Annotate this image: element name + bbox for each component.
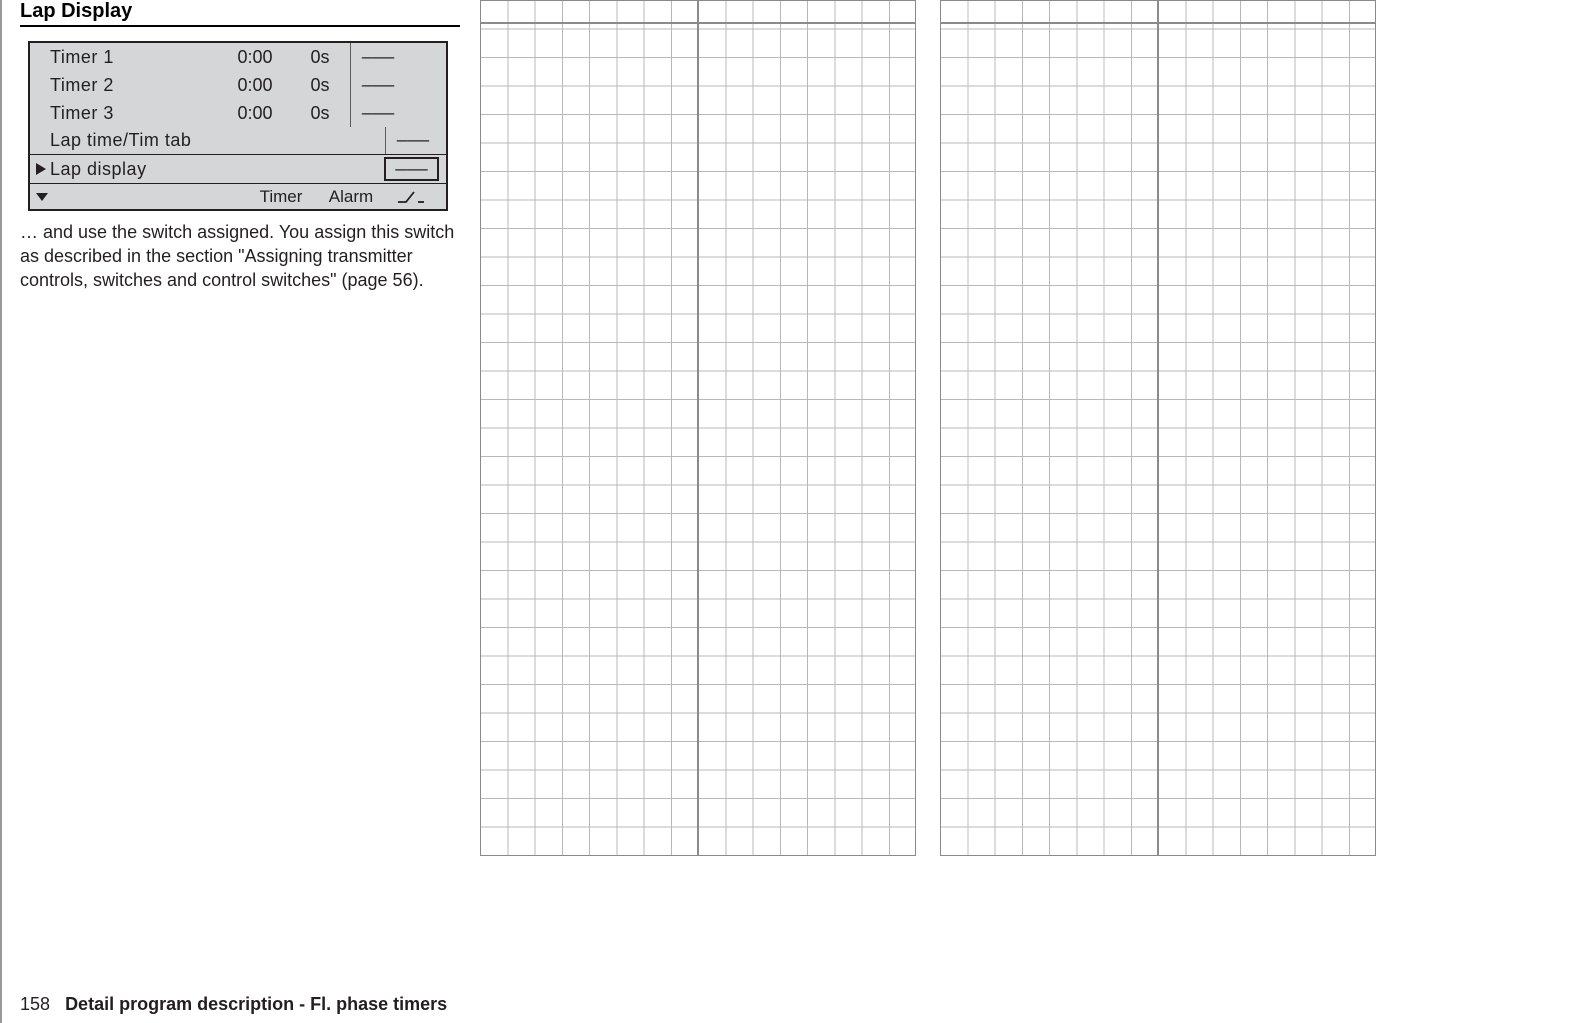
footer-col-timer: Timer: [246, 187, 316, 207]
lcd-row-timer1: Timer 1 0:00 0s –––: [30, 43, 446, 71]
footer-col-alarm: Alarm: [316, 187, 386, 207]
lapdisplay-switch[interactable]: –––: [384, 157, 439, 181]
timer1-switch: –––: [350, 43, 405, 71]
page-number: 158: [20, 994, 50, 1014]
laptime-switch: –––: [385, 127, 440, 154]
lcd-footer: Timer Alarm: [30, 183, 446, 209]
timer1-sec: 0s: [290, 47, 350, 68]
lcd-row-timer2: Timer 2 0:00 0s –––: [30, 71, 446, 99]
body-paragraph: … and use the switch assigned. You assig…: [20, 221, 460, 292]
laptime-label: Lap time/Tim tab: [50, 130, 350, 151]
timer3-switch: –––: [350, 99, 405, 127]
lcd-row-lapdisplay[interactable]: Lap display –––: [30, 155, 446, 183]
timer1-label: Timer 1: [50, 47, 220, 68]
timer1-time: 0:00: [220, 47, 290, 68]
lcd-row-timer3: Timer 3 0:00 0s –––: [30, 99, 446, 127]
page-footer: 158 Detail program description - Fl. pha…: [20, 994, 447, 1015]
lcd-row-laptime: Lap time/Tim tab –––: [30, 127, 446, 155]
timer3-sec: 0s: [290, 103, 350, 124]
left-column: Lap Display Timer 1 0:00 0s ––– Timer 2 …: [20, 0, 460, 292]
timer3-time: 0:00: [220, 103, 290, 124]
timer2-sec: 0s: [290, 75, 350, 96]
grid-panel-2: [940, 0, 1376, 856]
caret-right-icon: [36, 163, 50, 175]
footer-text: Detail program description - Fl. phase t…: [65, 994, 447, 1014]
timer2-label: Timer 2: [50, 75, 220, 96]
caret-down-icon: [36, 193, 96, 201]
section-title: Lap Display: [20, 0, 460, 27]
grid-panel-1: [480, 0, 916, 856]
lcd-screen: Timer 1 0:00 0s ––– Timer 2 0:00 0s ––– …: [28, 41, 448, 211]
timer3-label: Timer 3: [50, 103, 220, 124]
lapdisplay-label: Lap display: [50, 159, 336, 180]
timer2-time: 0:00: [220, 75, 290, 96]
switch-symbol-icon: [386, 190, 440, 204]
timer2-switch: –––: [350, 71, 405, 99]
